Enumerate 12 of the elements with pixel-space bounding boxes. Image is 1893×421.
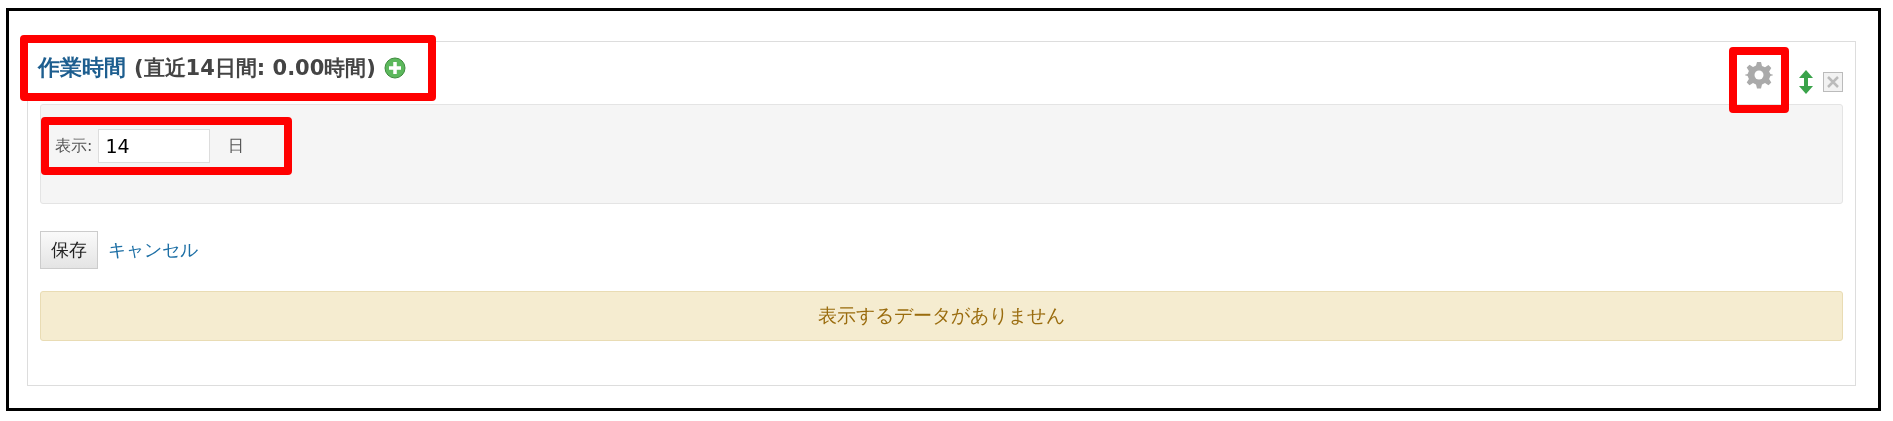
move-icon[interactable] — [1799, 70, 1813, 94]
settings-icon[interactable] — [1745, 61, 1773, 89]
empty-message: 表示するデータがありません — [40, 291, 1843, 341]
days-input[interactable]: 14 — [98, 129, 211, 163]
add-icon[interactable] — [383, 57, 406, 79]
save-button[interactable]: 保存 — [40, 231, 98, 269]
field-label: 表示: — [55, 135, 93, 157]
close-icon[interactable] — [1823, 72, 1843, 92]
cancel-link[interactable]: キャンセル — [108, 238, 198, 262]
widget-summary: (直近14日間: 0.00時間) — [134, 55, 376, 82]
unit-label: 日 — [228, 135, 245, 157]
widget-title: 作業時間 — [38, 54, 126, 82]
